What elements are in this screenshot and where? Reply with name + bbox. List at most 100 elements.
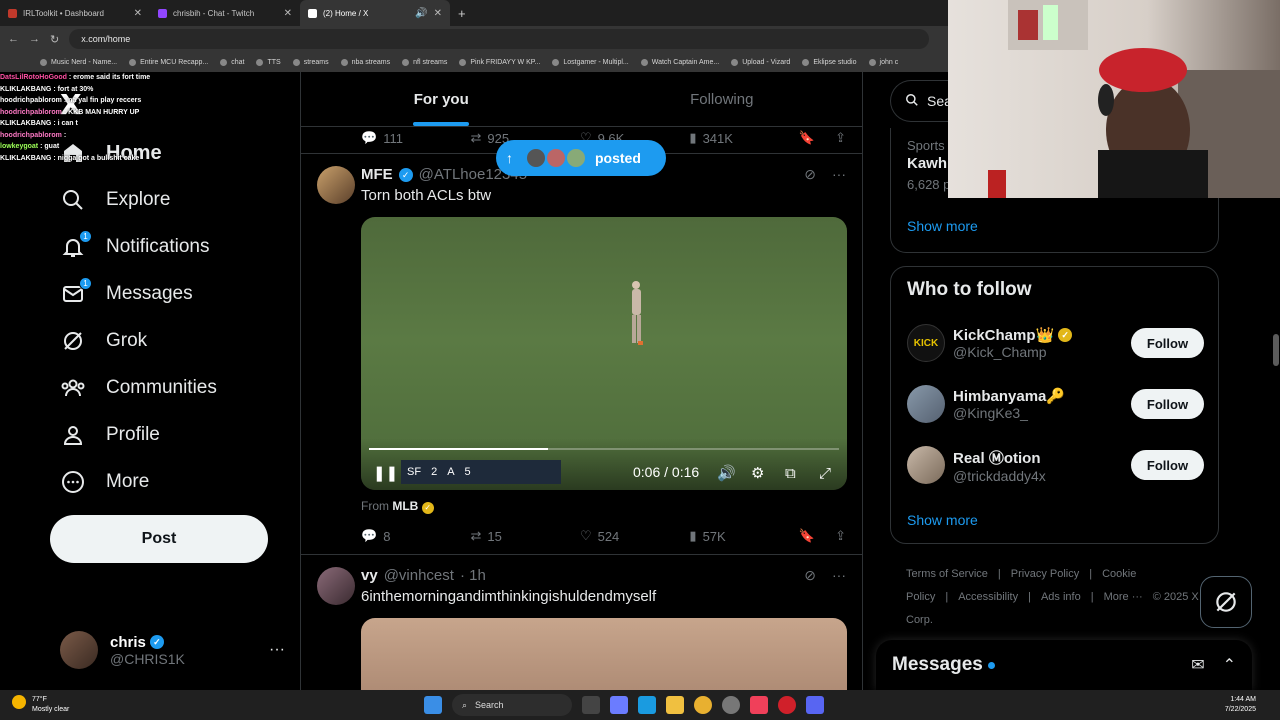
bookmark-item[interactable]: streams [292,58,329,66]
fullscreen-icon[interactable]: ⤢ [819,465,831,482]
obs-icon[interactable] [722,696,740,714]
back-icon[interactable]: ← [8,33,19,45]
bookmark-item[interactable]: Lostgamer - Multipl... [552,58,629,66]
avatar[interactable] [317,166,355,204]
ellipsis-icon[interactable]: ··· [832,567,846,584]
bookmark-item[interactable]: Entire MCU Recapp... [129,58,208,66]
avatar[interactable]: KICK [907,324,945,362]
repost-button[interactable]: ⇄ 15 [470,528,579,544]
footer-link[interactable]: Terms of Service [906,568,988,580]
discord-icon[interactable] [806,696,824,714]
nav-more[interactable]: More [60,462,149,502]
bookmark-item[interactable]: Eklipse studio [802,58,857,66]
url-field[interactable]: x.com/home [69,29,930,49]
follow-button[interactable]: Follow [1131,328,1204,358]
close-tab-icon[interactable]: ✕ [134,8,142,19]
follow-button[interactable]: Follow [1131,450,1204,480]
bookmark-item[interactable]: nfl streams [402,58,447,66]
views-button[interactable]: ▮ 57K [689,528,798,544]
bookmark-icon[interactable]: 🔖 [799,130,815,146]
bookmark-item[interactable]: Watch Captain Ame... [640,58,719,66]
scrollbar-thumb[interactable] [1273,334,1279,366]
footer-link[interactable]: Accessibility [958,591,1018,603]
new-posts-pill[interactable]: ↑ posted [496,140,666,176]
bookmark-item[interactable]: chat [220,58,244,66]
like-button[interactable]: ♡ 524 [580,528,689,544]
nav-grok[interactable]: Grok [60,321,147,361]
share-icon[interactable]: ⇪ [835,528,846,544]
tweet-mfe[interactable]: MFE ✓ @ATLhoe12345 ⊘ ··· Torn both ACLs … [301,154,862,555]
music-icon[interactable] [750,696,768,714]
trend-name[interactable]: Kawhi [907,155,951,172]
grok-float-button[interactable] [1200,576,1252,628]
author-handle[interactable]: @vinhcest [384,567,454,584]
show-more-link[interactable]: Show more [907,218,978,234]
volume-icon[interactable]: 🔊 [717,464,736,482]
chrome-icon[interactable] [694,696,712,714]
pip-icon[interactable]: ⧉ [785,465,796,482]
footer-link[interactable]: Privacy Policy [1011,568,1079,580]
share-icon[interactable]: ⇪ [835,130,846,146]
opera-icon[interactable] [778,696,796,714]
edge-icon[interactable] [638,696,656,714]
bookmark-item[interactable]: TTS [256,58,281,66]
browser-tab-irltoolkit[interactable]: IRLToolkit • Dashboard ✕ [0,0,150,26]
author-name[interactable]: vy [361,567,378,584]
grok-icon[interactable]: ⊘ [804,166,816,183]
views-button[interactable]: ▮ 341K [689,130,798,146]
nav-profile[interactable]: Profile [60,415,160,455]
tab-for-you[interactable]: For you [301,72,582,126]
show-more-link[interactable]: Show more [907,512,978,528]
nav-notifications[interactable]: 1 Notifications [60,227,210,267]
close-tab-icon[interactable]: ✕ [284,8,292,19]
bookmark-icon[interactable]: 🔖 [799,528,815,544]
avatar[interactable] [907,446,945,484]
new-message-icon[interactable]: ✉ [1191,655,1204,675]
avatar[interactable] [317,567,355,605]
reply-button[interactable]: 💬 8 [361,528,470,544]
speaker-icon[interactable]: 🔊 [415,8,427,19]
system-clock[interactable]: 1:44 AM 7/22/2025 [1225,695,1256,715]
windows-start-icon[interactable] [424,696,442,714]
nav-communities[interactable]: Communities [60,368,217,408]
follow-button[interactable]: Follow [1131,389,1204,419]
bookmark-item[interactable]: nba streams [340,58,390,66]
settings-icon[interactable]: ⚙ [751,464,764,482]
source-name[interactable]: MLB [392,499,418,513]
nav-explore[interactable]: Explore [60,180,170,220]
author-name[interactable]: MFE [361,166,393,183]
ellipsis-icon[interactable]: ··· [269,641,285,659]
tab-following[interactable]: Following [582,72,863,126]
follow-suggestion[interactable]: Himbanyama🔑 @KingKe3_ Follow [907,380,1204,428]
task-view-icon[interactable] [582,696,600,714]
weather-widget[interactable]: 77°F Mostly clear [12,695,69,715]
bookmark-item[interactable]: Upload - Vizard [731,58,790,66]
tweet-image[interactable] [361,618,847,690]
browser-tab-twitch[interactable]: chrisbih - Chat - Twitch ✕ [150,0,300,26]
forward-icon[interactable]: → [29,33,40,45]
avatar[interactable] [907,385,945,423]
close-tab-icon[interactable]: ✕ [434,8,442,19]
bookmark-item[interactable]: john c [868,58,898,66]
video-progress-bar[interactable] [369,448,839,450]
reload-icon[interactable]: ↻ [50,33,59,46]
footer-link[interactable]: Ads info [1041,591,1081,603]
tweet-vy[interactable]: vy @vinhcest · 1h ⊘ ··· 6inthemorningand… [301,555,862,690]
follow-suggestion[interactable]: Real Ⓜotion @trickdaddy4x Follow [907,441,1204,489]
bookmark-item[interactable]: Pink FRIDAYY W KP... [459,58,540,66]
post-time[interactable]: · 1h [460,567,486,584]
pause-icon[interactable]: ❚❚ [373,464,398,482]
nav-messages[interactable]: 1 Messages [60,274,193,314]
browser-tab-x[interactable]: (2) Home / X 🔊 ✕ [300,0,450,26]
post-button[interactable]: Post [50,515,268,563]
file-explorer-icon[interactable] [666,696,684,714]
reply-button[interactable]: 💬 111 [361,130,470,146]
ellipsis-icon[interactable]: ··· [832,166,846,183]
messages-dock[interactable]: Messages ✉ ⌃ [876,640,1252,690]
grok-icon[interactable]: ⊘ [804,567,816,584]
bookmark-item[interactable]: Music Nerd - Name... [40,58,117,66]
footer-link[interactable]: More ··· [1104,591,1143,603]
copilot-icon[interactable] [610,696,628,714]
taskbar-search[interactable]: ⌕ Search [452,694,572,716]
follow-suggestion[interactable]: KICK KickChamp👑 ✓ @Kick_Champ Follow [907,319,1204,367]
